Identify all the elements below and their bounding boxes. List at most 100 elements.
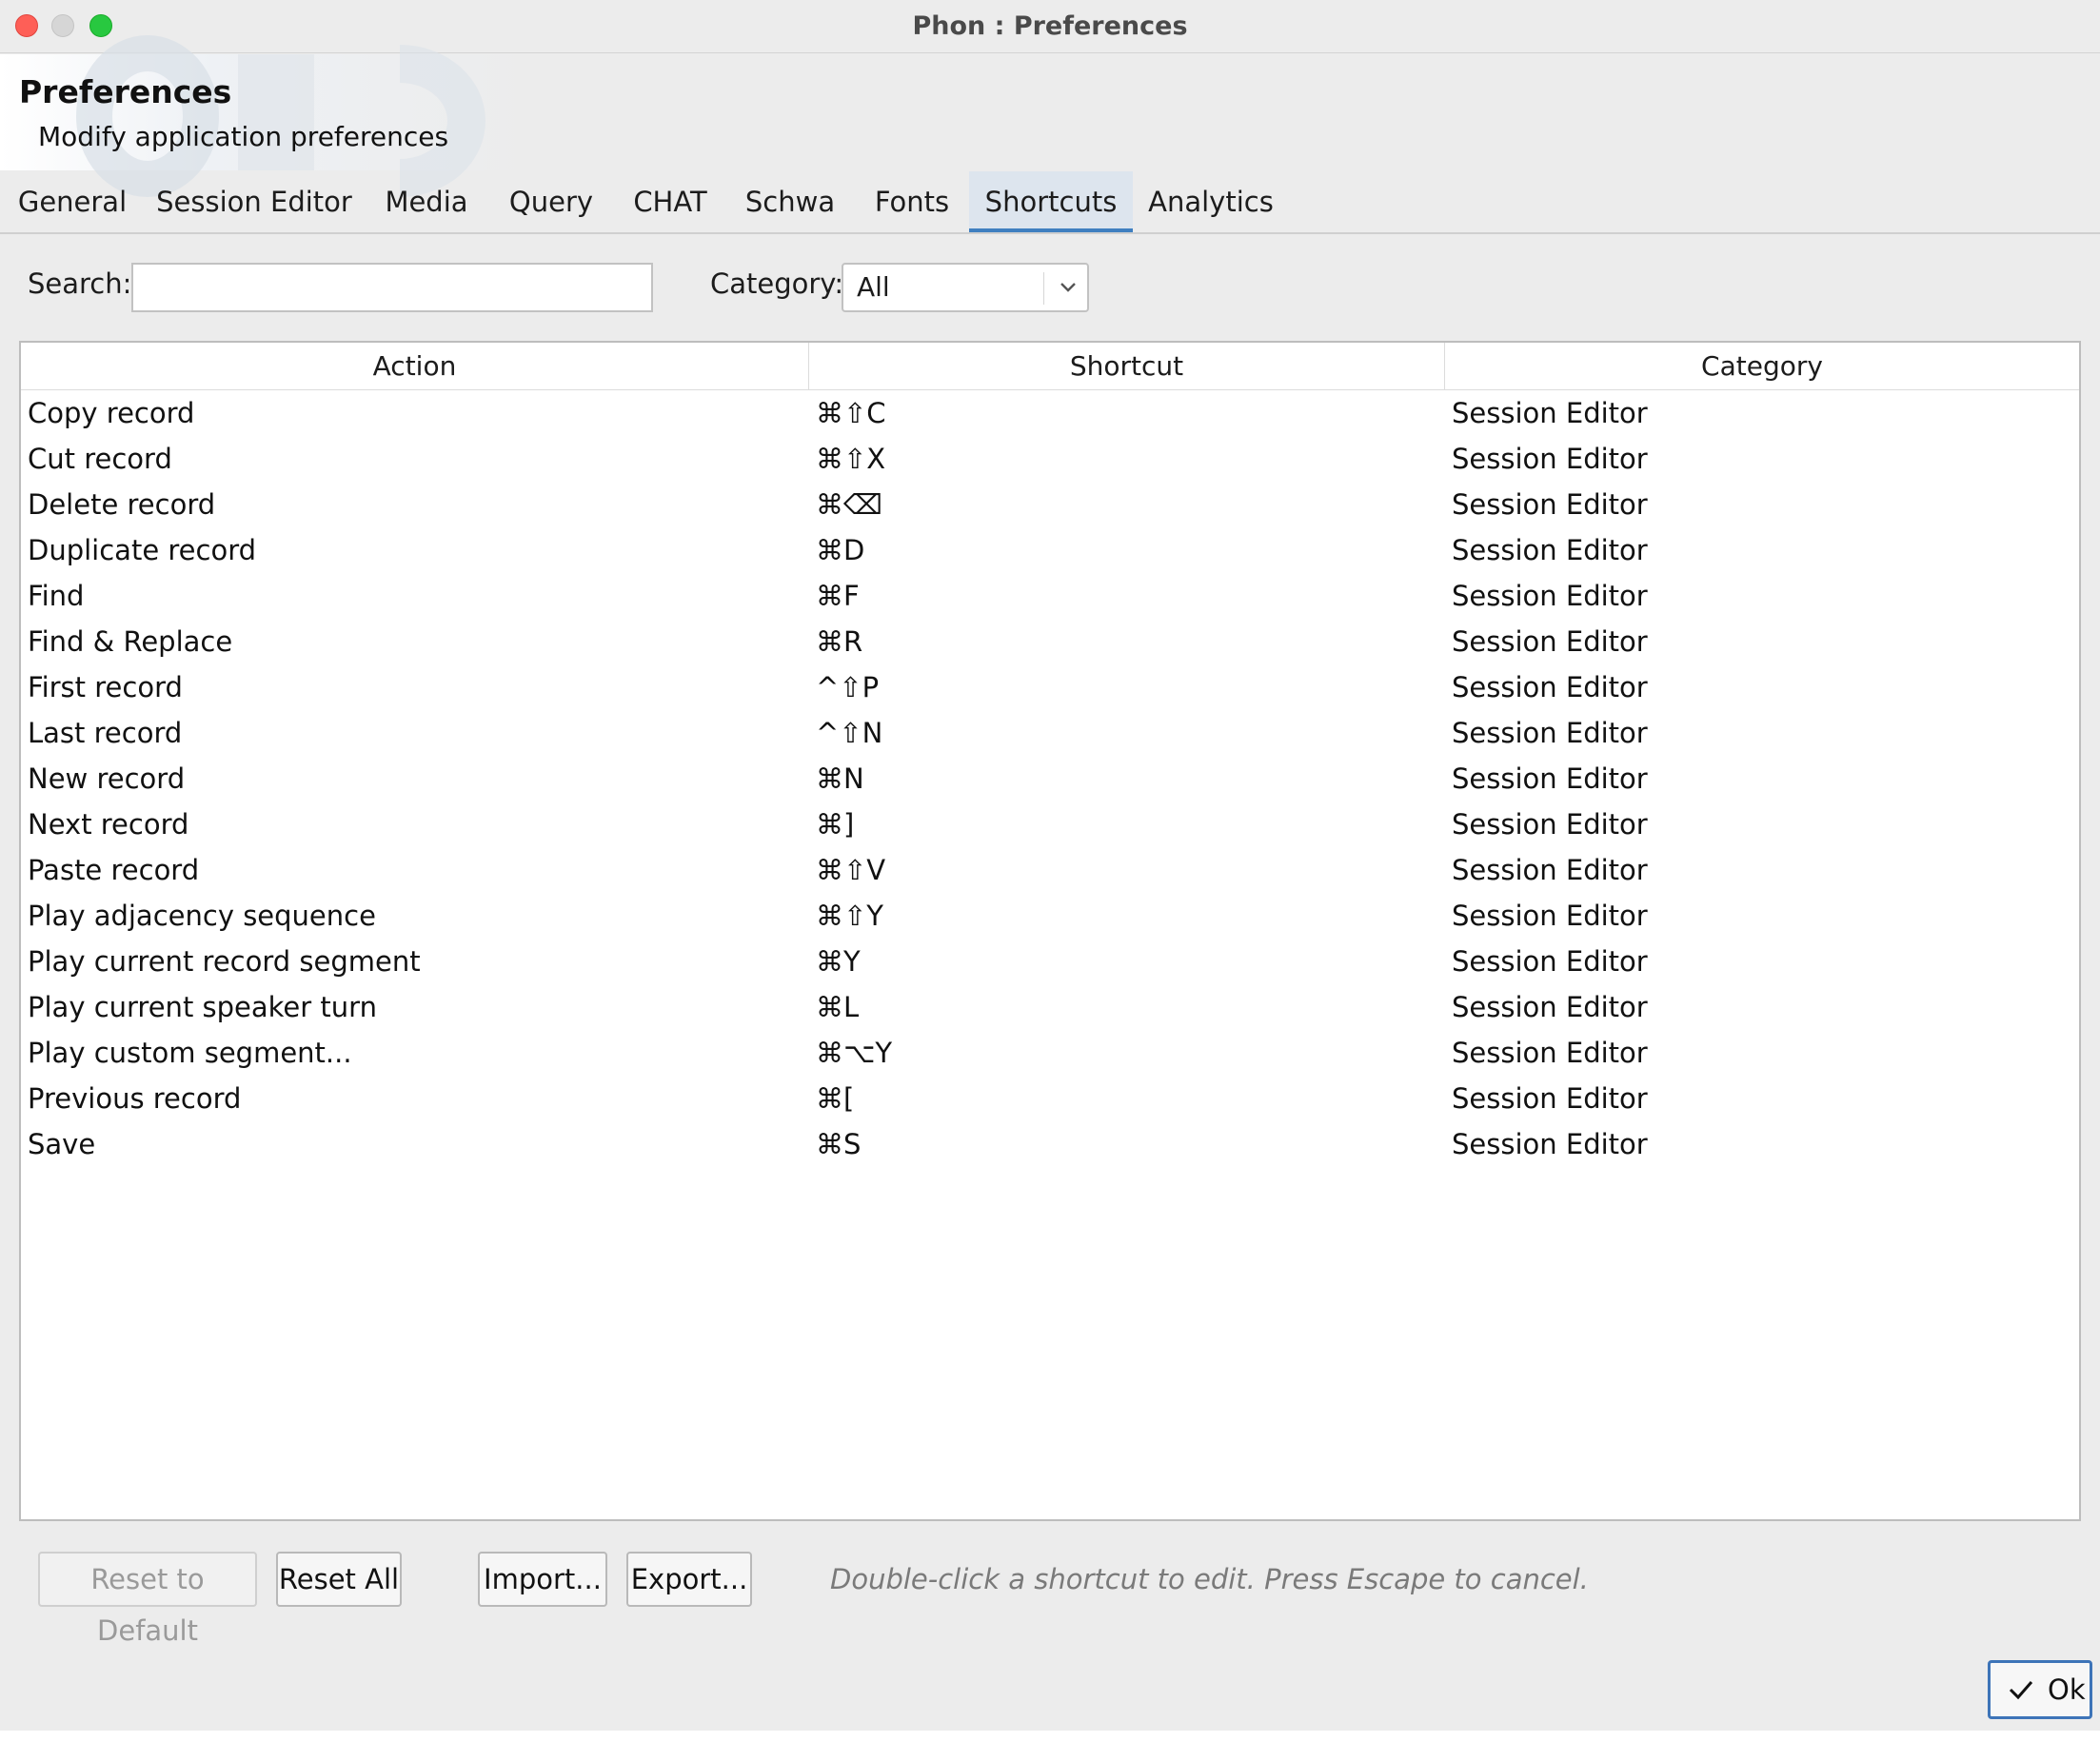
tab-session-editor[interactable]: Session Editor	[149, 171, 360, 232]
action-cell: Last record	[28, 717, 183, 749]
shortcut-cell[interactable]: ^⇧P	[816, 664, 879, 710]
tab-bar: General Session Editor Media Query CHAT …	[0, 171, 2100, 234]
shortcut-cell[interactable]: ⌘⌫	[816, 482, 882, 527]
shortcut-cell[interactable]: ⌘⌥Y	[816, 1030, 892, 1076]
action-cell: Play current speaker turn	[28, 991, 377, 1023]
shortcut-cell[interactable]: ⌘Y	[816, 939, 861, 984]
shortcut-cell[interactable]: ⌘⇧C	[816, 390, 886, 436]
category-cell: Session Editor	[1452, 580, 1648, 612]
action-cell: Delete record	[28, 488, 216, 521]
category-cell: Session Editor	[1452, 900, 1648, 932]
table-row[interactable]: New record ⌘N Session Editor	[21, 756, 2079, 802]
table-row[interactable]: Play current speaker turn ⌘L Session Edito…	[21, 984, 2079, 1030]
action-cell: Previous record	[28, 1082, 242, 1115]
shortcut-cell[interactable]: ^⇧N	[816, 710, 882, 756]
shortcut-cell[interactable]: ⌘R	[816, 619, 862, 664]
table-row[interactable]: Save ⌘S Session Editor	[21, 1121, 2079, 1167]
action-cell: Next record	[28, 808, 189, 841]
action-cell: New record	[28, 762, 186, 795]
search-input[interactable]	[131, 263, 653, 312]
category-cell: Session Editor	[1452, 1037, 1648, 1069]
shortcut-cell[interactable]: ⌘]	[816, 802, 854, 847]
tab-media[interactable]: Media	[373, 171, 480, 232]
tab-chat[interactable]: CHAT	[621, 171, 720, 232]
table-row[interactable]: First record ^⇧P Session Editor	[21, 664, 2079, 710]
category-label: Category:	[710, 267, 844, 300]
table-row[interactable]: Find & Replace ⌘R Session Editor	[21, 619, 2079, 664]
shortcut-cell[interactable]: ⌘N	[816, 756, 864, 802]
action-cell: Play custom segment...	[28, 1037, 352, 1069]
table-row[interactable]: Play current record segment ⌘Y Session Edi…	[21, 939, 2079, 984]
shortcut-cell[interactable]: ⌘⇧X	[816, 436, 885, 482]
action-cell: Find & Replace	[28, 625, 233, 658]
action-cell: Play adjacency sequence	[28, 900, 376, 932]
column-header-shortcut[interactable]: Shortcut	[809, 343, 1445, 390]
shortcut-cell[interactable]: ⌘⇧Y	[816, 893, 883, 939]
action-cell: Save	[28, 1128, 96, 1160]
shortcut-cell[interactable]: ⌘S	[816, 1121, 861, 1167]
action-cell: Find	[28, 580, 85, 612]
table-row[interactable]: Find ⌘F Session Editor	[21, 573, 2079, 619]
category-cell: Session Editor	[1452, 808, 1648, 841]
action-cell: Cut record	[28, 443, 172, 475]
category-cell: Session Editor	[1452, 534, 1648, 566]
category-cell: Session Editor	[1452, 488, 1648, 521]
table-row[interactable]: Paste record ⌘⇧V Session Editor	[21, 847, 2079, 893]
tab-query[interactable]: Query	[495, 171, 607, 232]
edit-hint-text: Double-click a shortcut to edit. Press E…	[830, 1563, 1589, 1595]
banner-logo-art	[0, 35, 533, 197]
tab-schwa[interactable]: Schwa	[735, 171, 845, 232]
tab-general[interactable]: General	[6, 171, 139, 232]
shortcut-cell[interactable]: ⌘F	[816, 573, 860, 619]
table-row[interactable]: Previous record ⌘[ Session Editor	[21, 1076, 2079, 1121]
table-row[interactable]: Play adjacency sequence ⌘⇧Y Session Editor	[21, 893, 2079, 939]
checkmark-icon	[2009, 1681, 2033, 1700]
title-bar[interactable]: Phon : Preferences	[0, 0, 2100, 53]
import-button[interactable]: Import...	[478, 1552, 607, 1607]
category-cell: Session Editor	[1452, 397, 1648, 429]
action-cell: Play current record segment	[28, 945, 421, 978]
category-cell: Session Editor	[1452, 945, 1648, 978]
search-label: Search:	[28, 267, 132, 300]
shortcuts-table[interactable]: Action Shortcut Category Copy record ⌘⇧C S…	[19, 341, 2081, 1521]
table-row[interactable]: Next record ⌘] Session Editor	[21, 802, 2079, 847]
column-header-action[interactable]: Action	[21, 343, 809, 390]
category-cell: Session Editor	[1452, 443, 1648, 475]
category-cell: Session Editor	[1452, 854, 1648, 886]
category-cell: Session Editor	[1452, 1082, 1648, 1115]
tab-analytics[interactable]: Analytics	[1142, 171, 1279, 232]
table-header: Action Shortcut Category	[21, 343, 2079, 390]
tab-shortcuts[interactable]: Shortcuts	[969, 171, 1133, 232]
ok-button[interactable]: Ok	[1988, 1660, 2092, 1719]
shortcut-cell[interactable]: ⌘L	[816, 984, 859, 1030]
shortcut-cell[interactable]: ⌘[	[816, 1076, 854, 1121]
action-cell: Paste record	[28, 854, 200, 886]
window-title: Phon : Preferences	[912, 11, 1188, 41]
header-banner: Preferences Modify application preferenc…	[0, 35, 2100, 197]
reset-to-default-button[interactable]: Reset to Default	[38, 1552, 257, 1647]
category-select[interactable]: All	[842, 263, 1089, 312]
table-row[interactable]: Copy record ⌘⇧C Session Editor	[21, 390, 2079, 436]
table-row[interactable]: Duplicate record ⌘D Session Editor	[21, 527, 2079, 573]
action-cell: Copy record	[28, 397, 195, 429]
category-select-value: All	[857, 271, 890, 303]
category-cell: Session Editor	[1452, 717, 1648, 749]
shortcut-cell[interactable]: ⌘⇧V	[816, 847, 885, 893]
table-row[interactable]: Delete record ⌘⌫ Session Editor	[21, 482, 2079, 527]
table-row[interactable]: Play custom segment... ⌘⌥Y Session Editor	[21, 1030, 2079, 1076]
shortcut-cell[interactable]: ⌘D	[816, 527, 864, 573]
export-button[interactable]: Export...	[626, 1552, 752, 1607]
action-cell: First record	[28, 671, 183, 703]
preferences-window: Phon : Preferences Preferences Modify ap…	[0, 0, 2100, 1742]
table-row[interactable]: Cut record ⌘⇧X Session Editor	[21, 436, 2079, 482]
reset-all-button[interactable]: Reset All	[276, 1552, 402, 1607]
ok-button-label: Ok	[2048, 1673, 2086, 1706]
category-cell: Session Editor	[1452, 671, 1648, 703]
tab-fonts[interactable]: Fonts	[861, 171, 963, 232]
table-row[interactable]: Last record ^⇧N Session Editor	[21, 710, 2079, 756]
page-title: Preferences	[19, 73, 232, 110]
column-header-category[interactable]: Category	[1445, 343, 2079, 390]
action-cell: Duplicate record	[28, 534, 257, 566]
category-cell: Session Editor	[1452, 1128, 1648, 1160]
page-subtitle: Modify application preferences	[38, 121, 449, 152]
